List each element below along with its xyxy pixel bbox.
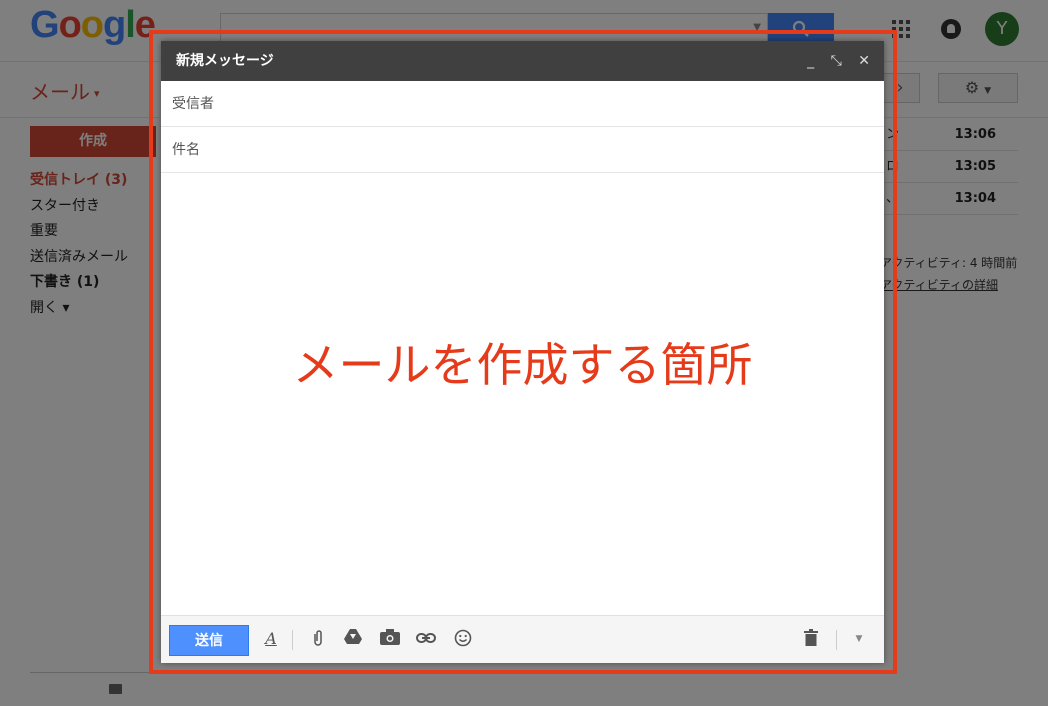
trash-icon[interactable]: [801, 629, 821, 649]
annotation-label: メールを作成する箇所: [292, 338, 753, 392]
compose-header: 新規メッセージ _ ⤡ ✕: [161, 41, 884, 81]
send-button[interactable]: 送信: [169, 625, 249, 656]
formatting-icon[interactable]: A: [261, 629, 281, 649]
photo-icon[interactable]: [380, 629, 400, 649]
minimize-icon[interactable]: _: [807, 53, 814, 69]
recipients-field[interactable]: 受信者: [161, 81, 884, 127]
message-body[interactable]: メールを作成する箇所: [161, 174, 884, 614]
more-options-chevron-icon[interactable]: ▼: [849, 629, 869, 649]
recipients-placeholder: 受信者: [172, 96, 214, 112]
subject-placeholder: 件名: [172, 142, 200, 158]
compose-window: 新規メッセージ _ ⤡ ✕ 受信者 件名 メールを作成する箇所 送信 A ▼: [161, 41, 884, 663]
drive-icon[interactable]: [343, 629, 363, 649]
compose-title: 新規メッセージ: [176, 53, 274, 69]
link-icon[interactable]: [416, 629, 436, 649]
emoji-icon[interactable]: [453, 629, 473, 649]
close-icon[interactable]: ✕: [858, 53, 870, 69]
subject-field[interactable]: 件名: [161, 127, 884, 173]
fullscreen-icon[interactable]: ⤡: [831, 53, 842, 69]
divider: [836, 630, 837, 650]
compose-toolbar: 送信 A ▼: [161, 615, 884, 663]
divider: [292, 630, 293, 650]
attachment-icon[interactable]: [308, 629, 328, 649]
